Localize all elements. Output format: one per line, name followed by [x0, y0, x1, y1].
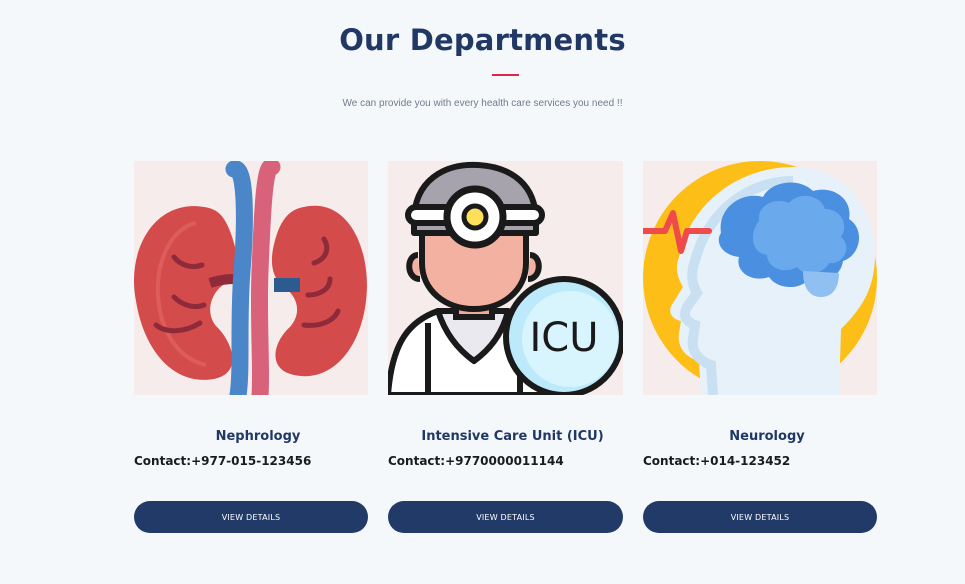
department-card-icu: ICU Intensive Care Unit (ICU) Contact:+9… [388, 161, 623, 533]
department-contact: Contact:+9770000011144 [388, 454, 564, 468]
department-name[interactable]: Intensive Care Unit (ICU) [388, 428, 623, 446]
department-image-nephrology[interactable] [134, 161, 368, 395]
view-details-button-neurology[interactable]: VIEW DETAILS [643, 501, 877, 533]
department-name[interactable]: Neurology [643, 428, 877, 446]
department-contact: Contact:+014-123452 [643, 454, 791, 468]
department-name[interactable]: Nephrology [134, 428, 368, 446]
view-details-button-icu[interactable]: VIEW DETAILS [388, 501, 623, 533]
title-underline [492, 74, 519, 76]
section-subtitle: We can provide you with every health car… [342, 98, 623, 109]
view-details-button-nephrology[interactable]: VIEW DETAILS [134, 501, 368, 533]
department-card-neurology: Neurology Contact:+014-123452 VIEW DETAI… [643, 161, 877, 533]
department-image-icu[interactable]: ICU [388, 161, 623, 395]
page-title: Our Departments [339, 23, 626, 57]
kidneys-icon [134, 161, 368, 395]
doctor-icu-icon: ICU [388, 161, 623, 395]
department-card-nephrology: Nephrology Contact:+977-015-123456 VIEW … [134, 161, 368, 533]
brain-head-icon [643, 161, 877, 395]
department-image-neurology[interactable] [643, 161, 877, 395]
icu-badge-text: ICU [529, 315, 598, 361]
department-contact: Contact:+977-015-123456 [134, 454, 312, 468]
